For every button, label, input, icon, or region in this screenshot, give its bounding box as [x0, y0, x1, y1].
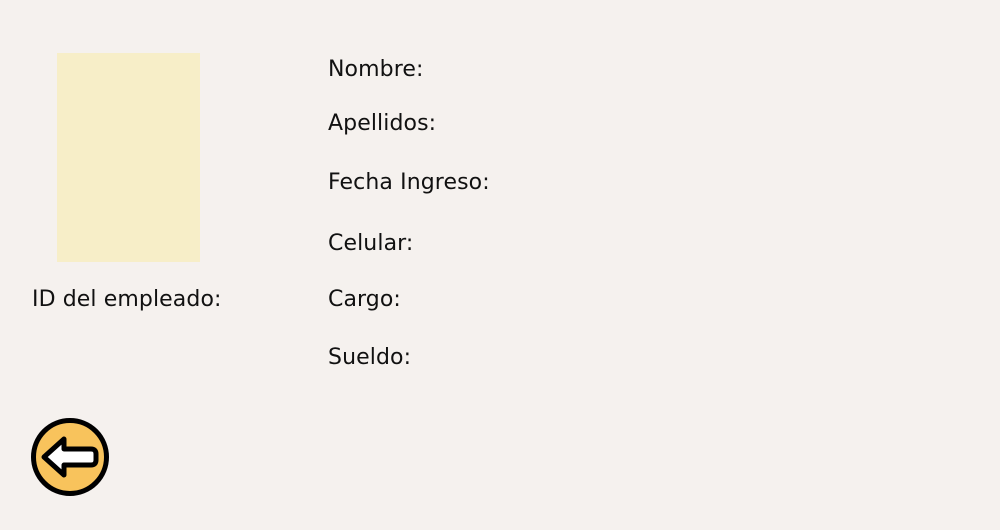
employee-photo-placeholder — [57, 53, 200, 262]
sueldo-label: Sueldo: — [328, 345, 412, 370]
fecha-ingreso-label: Fecha Ingreso: — [328, 170, 490, 195]
celular-label: Celular: — [328, 231, 414, 256]
cargo-label: Cargo: — [328, 287, 401, 312]
nombre-label: Nombre: — [328, 57, 424, 82]
back-button[interactable] — [30, 417, 110, 497]
apellidos-label: Apellidos: — [328, 111, 437, 136]
employee-id-label: ID del empleado: — [32, 287, 222, 312]
arrow-left-icon — [31, 418, 109, 496]
